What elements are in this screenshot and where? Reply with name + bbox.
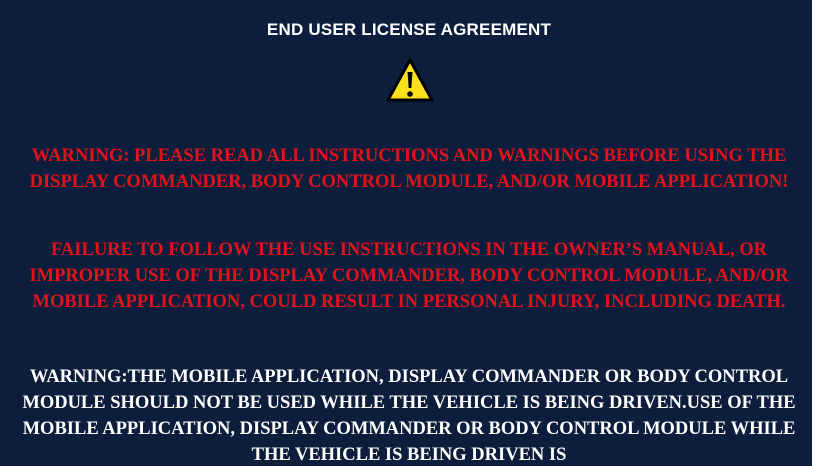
eula-screen[interactable]: END USER LICENSE AGREEMENT WARNING: PLEA… [0,0,818,466]
scrollbar[interactable] [812,0,818,466]
page-title: END USER LICENSE AGREEMENT [266,20,552,39]
failure-to-follow-text: FAILURE TO FOLLOW THE USE INSTRUCTIONS I… [29,240,789,312]
warning-read-instructions-text: WARNING: PLEASE READ ALL INSTRUCTIONS AN… [29,146,789,192]
warning-while-driven-text: WARNING:THE MOBILE APPLICATION, DISPLAY … [22,367,796,465]
warning-triangle-icon [386,58,434,102]
